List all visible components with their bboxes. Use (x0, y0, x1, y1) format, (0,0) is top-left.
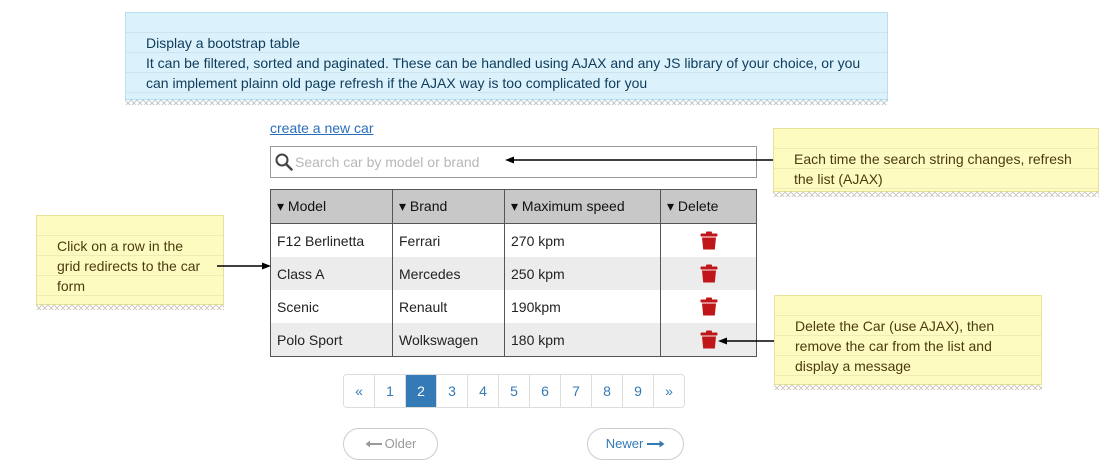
annotation-arrows (217, 156, 774, 345)
row-note-arrow (217, 262, 271, 270)
delete-note-arrow (718, 337, 774, 345)
search-note-arrow (505, 156, 773, 164)
